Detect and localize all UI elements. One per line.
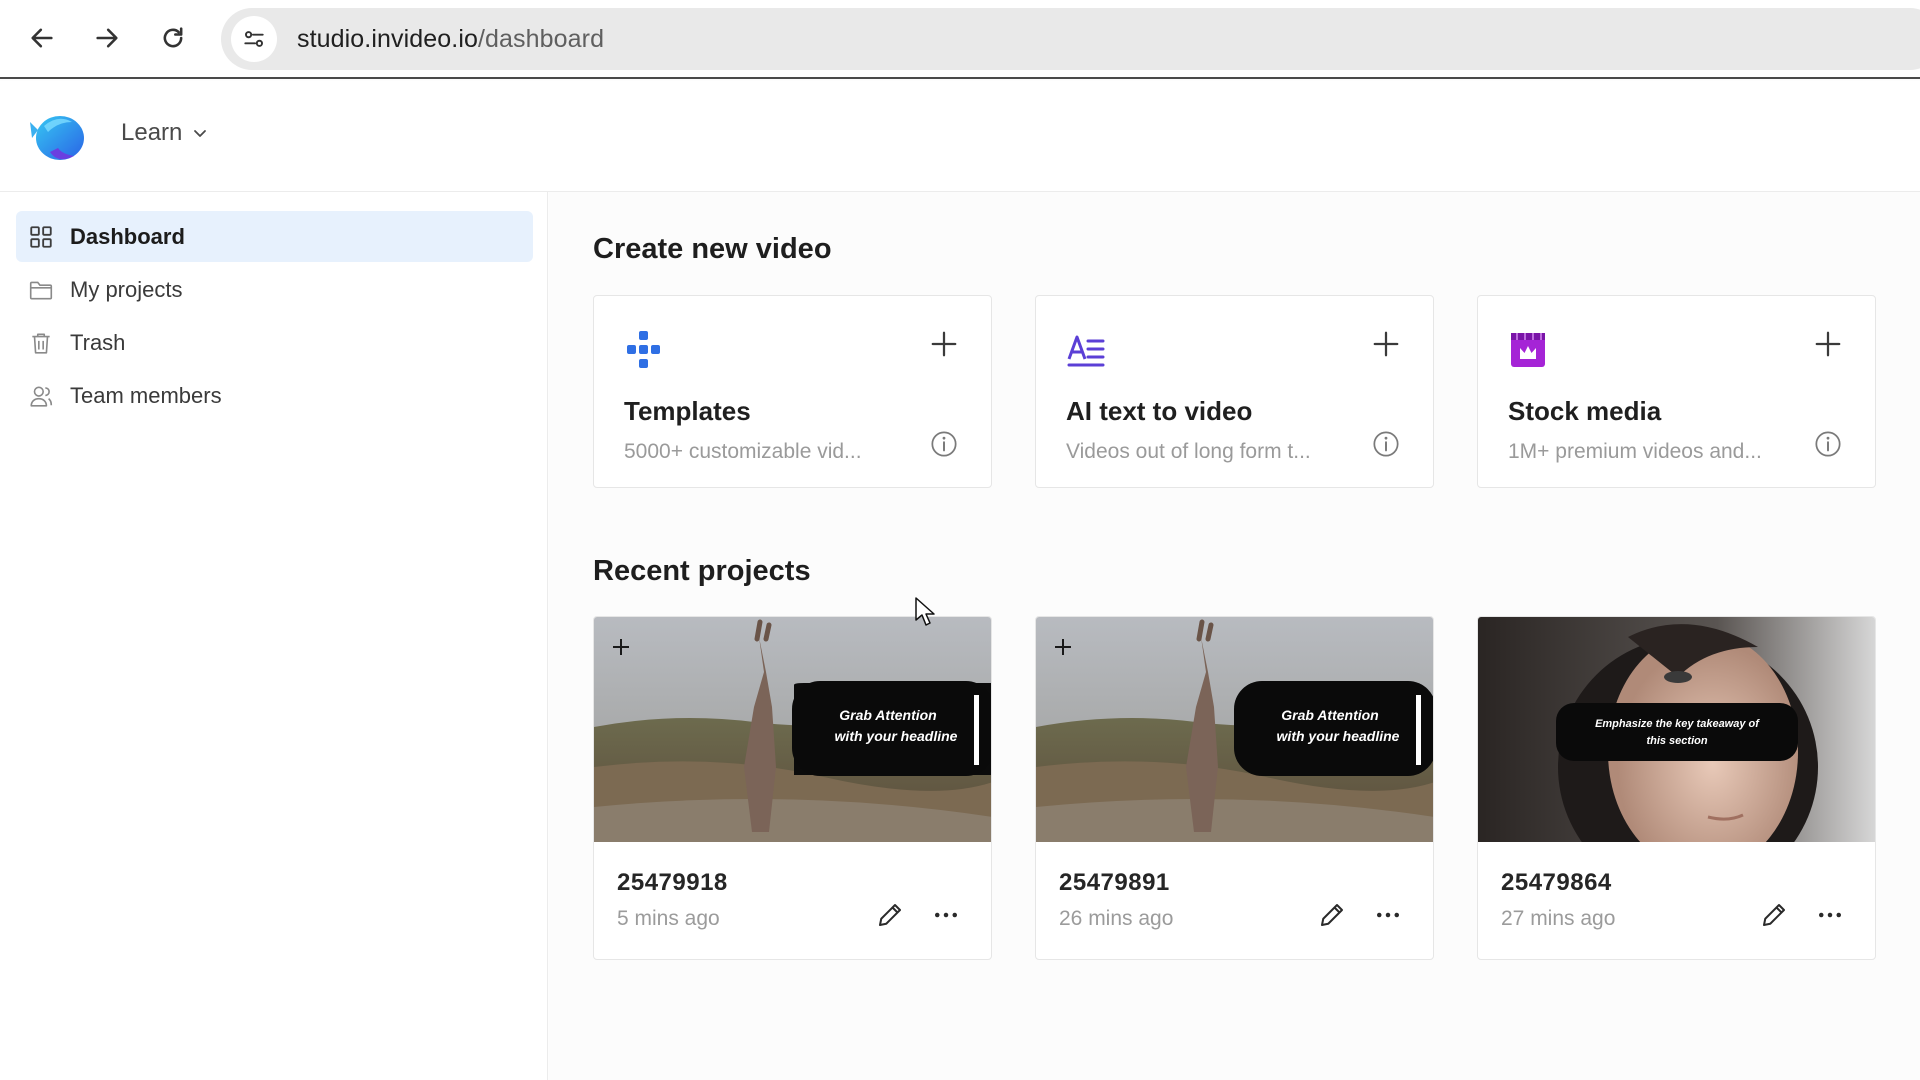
app-header: Learn (0, 81, 1920, 192)
site-settings-button[interactable] (231, 16, 277, 62)
project-card[interactable]: Grab Attention with your headline 254799… (593, 616, 992, 960)
more-horizontal-icon[interactable] (1373, 900, 1403, 930)
sidebar-item-dashboard[interactable]: Dashboard (16, 211, 533, 262)
trash-icon (32, 333, 50, 354)
more-horizontal-icon[interactable] (931, 900, 961, 930)
main-content: Create new video Templates 5000+ customi… (549, 192, 1920, 1080)
overlay-line1: Emphasize the key takeaway of (1595, 718, 1760, 730)
grid-icon (30, 225, 52, 248)
stock-media-icon (1511, 333, 1545, 367)
card-title: Templates (624, 396, 751, 426)
folder-icon (29, 281, 53, 299)
recent-projects-heading: Recent projects (593, 555, 811, 587)
overlay-line2: with your headline (1277, 728, 1400, 744)
forward-button[interactable] (85, 16, 129, 60)
thumbnail-image: Emphasize the key takeaway of this secti… (1478, 617, 1875, 842)
back-button[interactable] (20, 16, 64, 60)
project-name: 25479864 (1501, 869, 1612, 896)
project-time: 26 mins ago (1059, 907, 1174, 930)
project-card[interactable]: Grab Attention with your headline 254798… (1035, 616, 1434, 960)
project-time: 5 mins ago (617, 907, 720, 930)
templates-icon (627, 331, 660, 368)
create-new-video-heading: Create new video (593, 233, 832, 265)
browser-toolbar: studio.invideo.io/dashboard (0, 0, 1920, 79)
sidebar: Dashboard My projects Trash Team members (0, 192, 548, 1080)
sidebar-item-my-projects[interactable]: My projects (16, 264, 533, 315)
info-icon[interactable] (1814, 430, 1842, 458)
sidebar-item-label: Team members (70, 382, 222, 408)
mouse-cursor-icon (915, 597, 935, 626)
card-title: Stock media (1508, 396, 1662, 426)
overlay-line1: Grab Attention (1281, 707, 1378, 723)
reload-icon (163, 27, 183, 48)
create-card-ai-text-to-video[interactable]: AI text to video Videos out of long form… (1035, 295, 1434, 488)
plus-icon[interactable] (1813, 329, 1843, 359)
arrow-left-icon (31, 28, 53, 48)
project-thumbnail[interactable]: Grab Attention with your headline (594, 617, 991, 842)
project-time: 27 mins ago (1501, 907, 1616, 930)
project-name: 25479918 (617, 869, 728, 896)
create-card-templates[interactable]: Templates 5000+ customizable vid... (593, 295, 992, 488)
project-thumbnail[interactable]: Emphasize the key takeaway of this secti… (1478, 617, 1875, 842)
url-path: /dashboard (478, 24, 605, 53)
create-card-stock-media[interactable]: Stock media 1M+ premium videos and... (1477, 295, 1876, 488)
pencil-icon[interactable] (875, 900, 905, 930)
project-card[interactable]: Emphasize the key takeaway of this secti… (1477, 616, 1876, 960)
pencil-icon[interactable] (1759, 900, 1789, 930)
tune-icon (244, 31, 264, 47)
sidebar-item-team-members[interactable]: Team members (16, 370, 533, 421)
plus-icon[interactable] (929, 329, 959, 359)
url-host: studio.invideo.io (297, 24, 478, 53)
url-text: studio.invideo.io/dashboard (297, 25, 604, 54)
reload-button[interactable] (151, 16, 195, 60)
plus-icon[interactable] (1371, 329, 1401, 359)
info-icon[interactable] (930, 430, 958, 458)
sidebar-item-label: My projects (70, 276, 183, 302)
overlay-line2: with your headline (835, 728, 958, 744)
card-description: Videos out of long form t... (1066, 440, 1311, 463)
sidebar-item-label: Trash (70, 329, 126, 355)
project-thumbnail[interactable]: Grab Attention with your headline (1036, 617, 1433, 842)
thumbnail-image: Grab Attention with your headline (594, 617, 991, 842)
project-name: 25479891 (1059, 869, 1170, 896)
chevron-down-icon (194, 130, 207, 137)
sidebar-item-label: Dashboard (70, 223, 185, 249)
card-title: AI text to video (1066, 396, 1253, 426)
more-horizontal-icon[interactable] (1815, 900, 1845, 930)
learn-label: Learn (121, 119, 183, 146)
pencil-icon[interactable] (1317, 900, 1347, 930)
address-bar[interactable]: studio.invideo.io/dashboard (221, 8, 1920, 70)
card-description: 1M+ premium videos and... (1508, 440, 1762, 463)
team-icon (30, 386, 53, 407)
ai-text-icon (1067, 335, 1105, 367)
sidebar-item-trash[interactable]: Trash (16, 317, 533, 368)
info-icon[interactable] (1372, 430, 1400, 458)
overlay-line1: Grab Attention (839, 707, 936, 723)
thumbnail-image: Grab Attention with your headline (1036, 617, 1433, 842)
invideo-logo-icon[interactable] (28, 108, 86, 164)
learn-menu[interactable]: Learn (121, 119, 208, 147)
arrow-right-icon (96, 28, 118, 48)
card-description: 5000+ customizable vid... (624, 440, 862, 463)
overlay-line2: this section (1646, 735, 1707, 747)
